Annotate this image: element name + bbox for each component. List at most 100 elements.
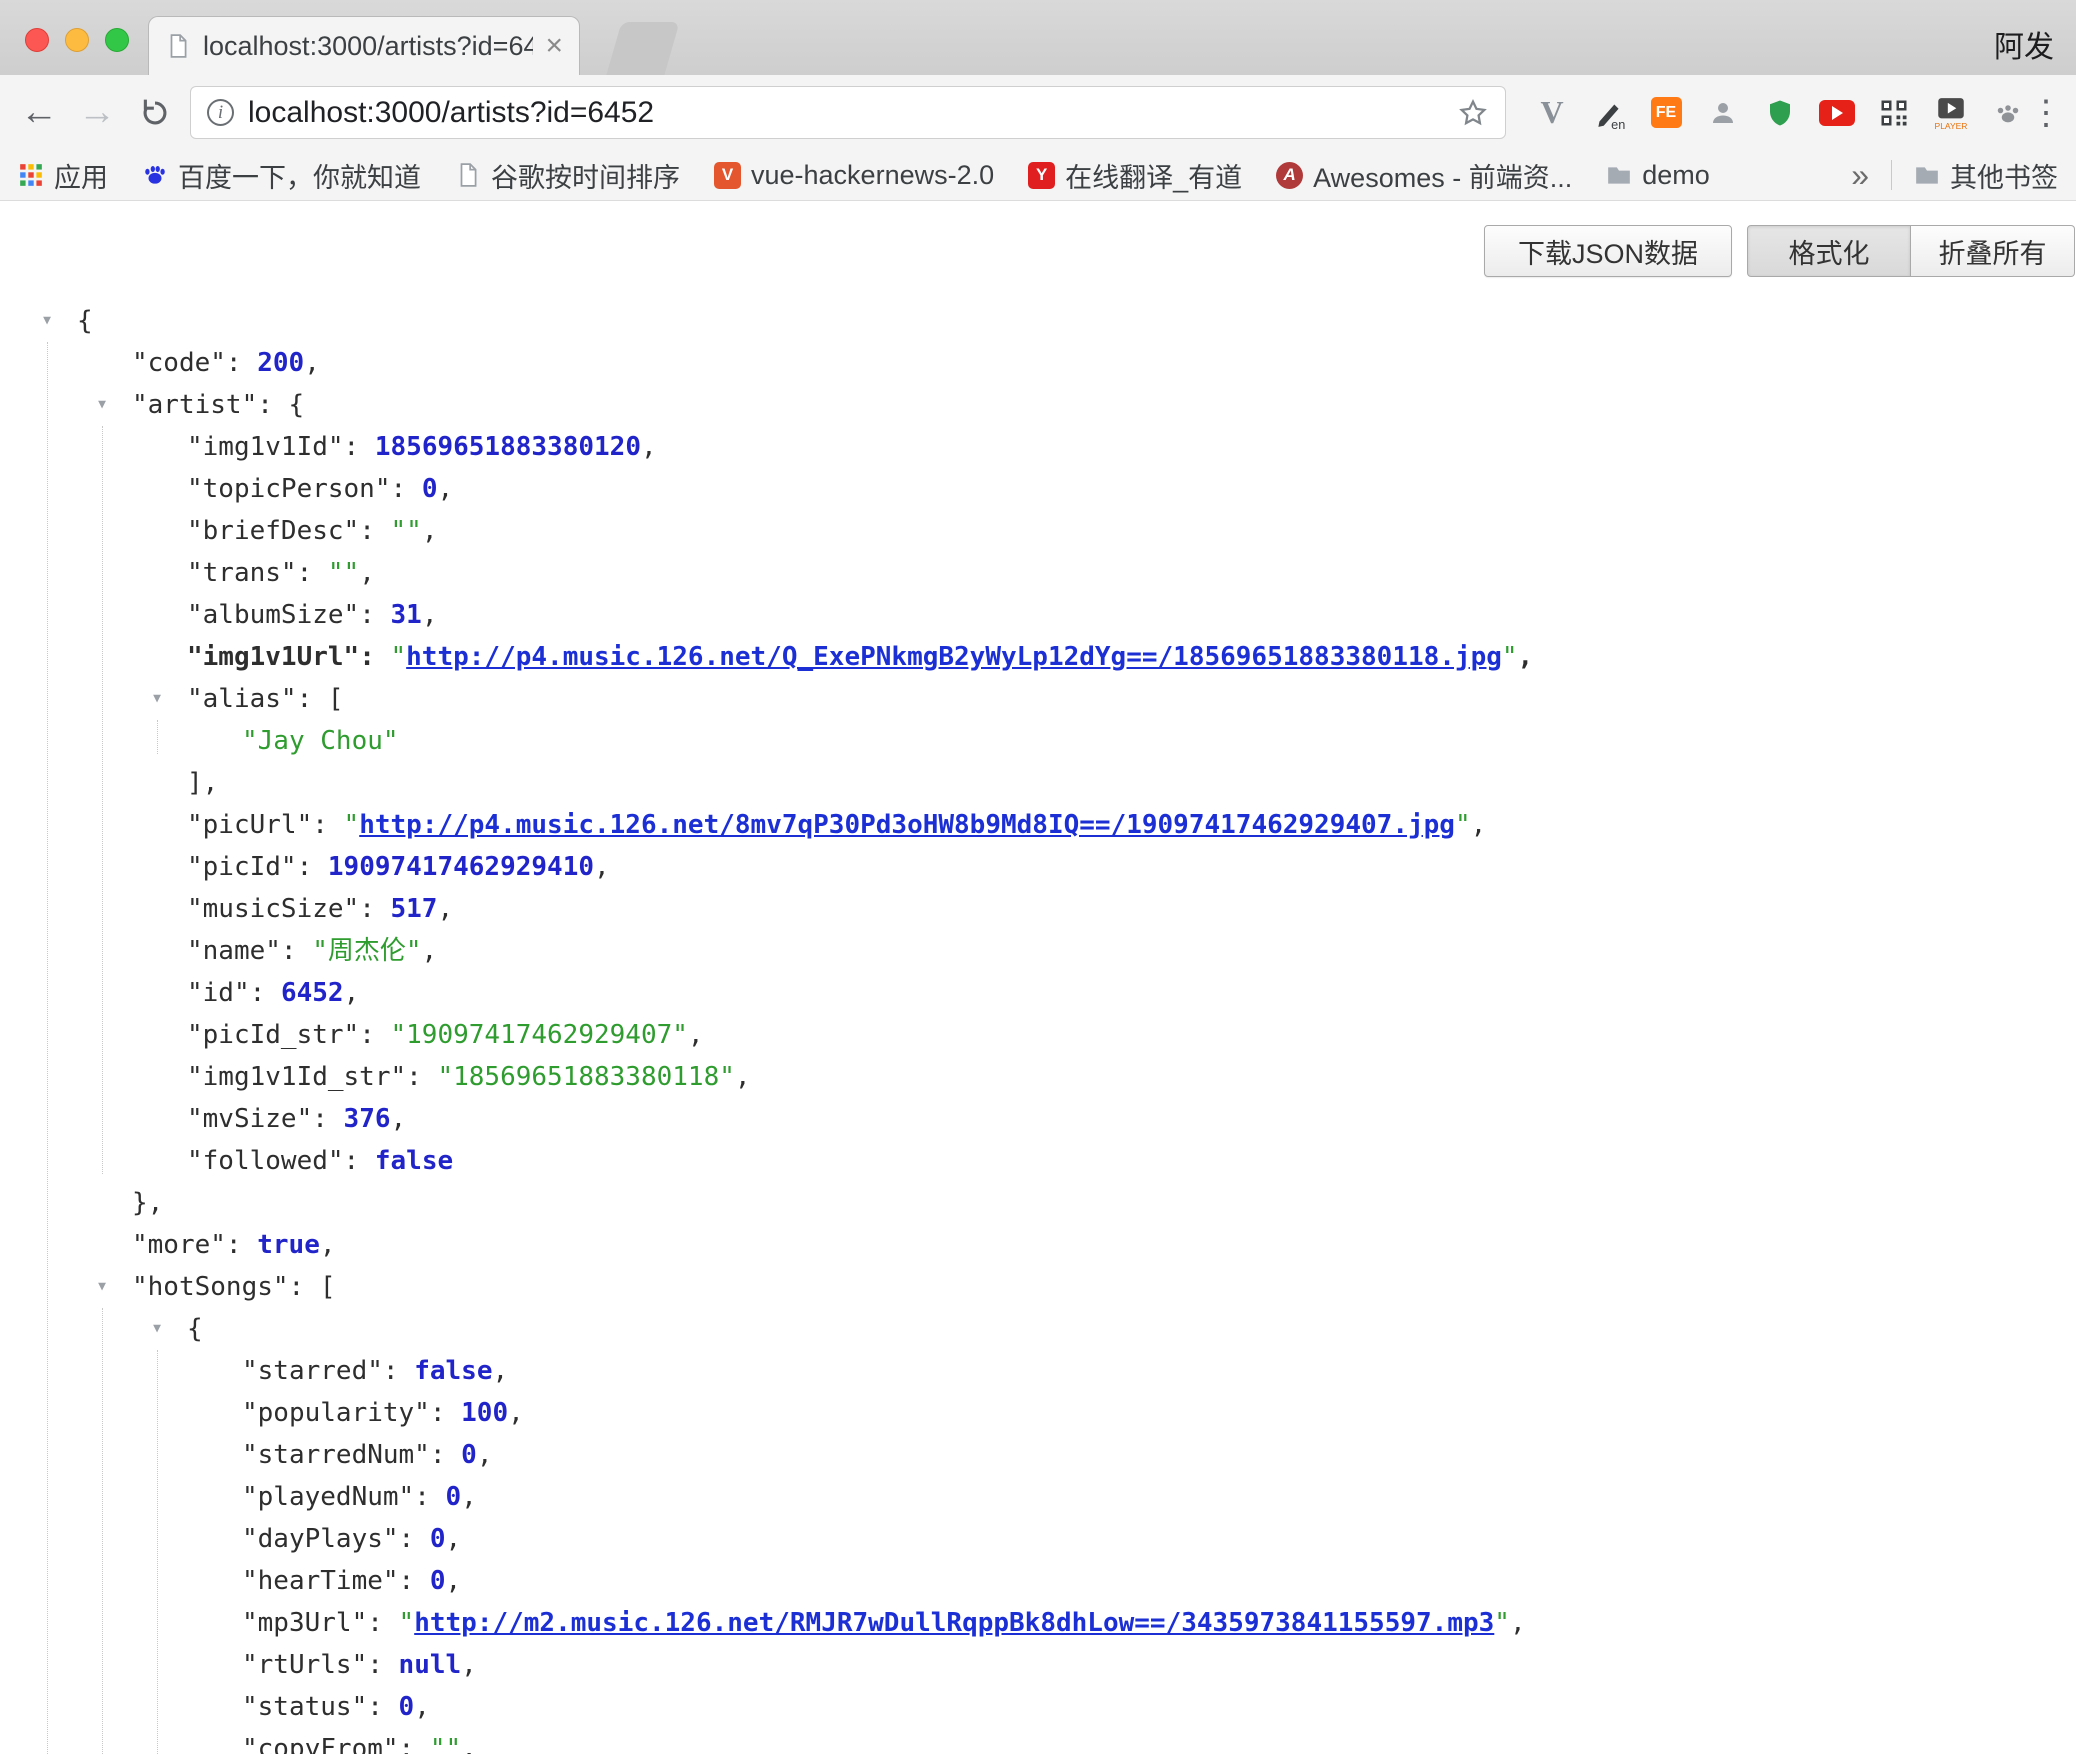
maximize-window-button[interactable] xyxy=(105,28,129,52)
format-button[interactable]: 格式化 xyxy=(1747,225,1911,277)
bookmarks-bar: 应用 百度一下，你就知道 谷歌按时间排序 V vue-hackernews-2.… xyxy=(0,150,2076,201)
view-mode-segment: 格式化 折叠所有 xyxy=(1747,225,2075,277)
json-line: "briefDesc": "", xyxy=(0,510,2076,552)
json-key: "artist" xyxy=(132,390,257,420)
json-string-value: "周杰伦" xyxy=(312,936,421,966)
collapse-caret-icon[interactable]: ▼ xyxy=(147,678,167,720)
bookmark-apps[interactable]: 应用 xyxy=(18,156,108,195)
close-window-button[interactable] xyxy=(25,28,49,52)
site-info-icon[interactable]: i xyxy=(207,99,234,126)
page-content: 下载JSON数据 格式化 折叠所有 ▼{"code": 200,▼"artist… xyxy=(0,201,2076,1754)
json-null-value: null xyxy=(399,1650,462,1680)
json-line: "code": 200, xyxy=(0,342,2076,384)
tree-guide-line xyxy=(157,1350,158,1754)
youtube-icon[interactable] xyxy=(1819,95,1855,131)
json-key: "status" xyxy=(242,1692,367,1722)
bookmark-baidu[interactable]: 百度一下，你就知道 xyxy=(142,156,421,195)
bookmark-google-sort[interactable]: 谷歌按时间排序 xyxy=(455,156,680,195)
json-bool-value: false xyxy=(375,1146,453,1176)
json-line: "rtUrls": null, xyxy=(0,1644,2076,1686)
json-line: "copyFrom": "", xyxy=(0,1728,2076,1754)
collapse-caret-icon[interactable]: ▼ xyxy=(92,384,112,426)
back-button[interactable]: ← xyxy=(16,75,62,150)
profile-name[interactable]: 阿发 xyxy=(1994,22,2054,66)
json-string-value: "" xyxy=(328,558,359,588)
json-line: ▼{ xyxy=(0,300,2076,342)
new-tab-button[interactable] xyxy=(606,22,679,75)
translate-pen-icon[interactable]: en xyxy=(1591,95,1627,131)
bookmark-youdao-translate[interactable]: Y 在线翻译_有道 xyxy=(1028,156,1242,195)
tab-close-icon[interactable]: × xyxy=(545,31,563,61)
json-key: "popularity" xyxy=(242,1398,430,1428)
browser-toolbar: ← → i localhost:3000/artists?id=6452 V e… xyxy=(0,75,2076,150)
tree-guide-line xyxy=(47,342,48,1754)
vue-badge-icon: V xyxy=(714,162,741,189)
json-number-value: 0 xyxy=(446,1482,462,1512)
bookmark-star-icon[interactable] xyxy=(1457,97,1489,129)
json-string-value: "Jay Chou" xyxy=(242,726,399,756)
menu-dots-icon[interactable]: ⋮ xyxy=(2026,75,2066,150)
json-line: "playedNum": 0, xyxy=(0,1476,2076,1518)
download-json-button[interactable]: 下载JSON数据 xyxy=(1484,225,1732,277)
json-line: "mvSize": 376, xyxy=(0,1098,2076,1140)
json-key: "picId" xyxy=(187,852,297,882)
json-url-link[interactable]: http://p4.music.126.net/Q_ExePNkmgB2yWyL… xyxy=(406,642,1502,672)
json-url-link[interactable]: http://m2.music.126.net/RMJR7wDullRqppBk… xyxy=(414,1608,1494,1638)
json-line: "picId_str": "19097417462929407", xyxy=(0,1014,2076,1056)
collapse-caret-icon[interactable]: ▼ xyxy=(37,300,57,342)
json-line: "topicPerson": 0, xyxy=(0,468,2076,510)
minimize-window-button[interactable] xyxy=(65,28,89,52)
qr-code-icon[interactable] xyxy=(1876,95,1912,131)
json-url-link[interactable]: http://p4.music.126.net/8mv7qP30Pd3oHW8b… xyxy=(359,810,1455,840)
json-line: }, xyxy=(0,1182,2076,1224)
shield-icon[interactable] xyxy=(1762,95,1798,131)
json-key: "followed" xyxy=(187,1146,344,1176)
window-controls xyxy=(25,28,129,52)
bookmark-label: 百度一下，你就知道 xyxy=(178,156,421,195)
vimium-icon[interactable]: V xyxy=(1534,95,1570,131)
page-favicon-icon xyxy=(165,33,191,59)
json-key: "musicSize" xyxy=(187,894,359,924)
url-text[interactable]: localhost:3000/artists?id=6452 xyxy=(248,96,1443,130)
apps-grid-icon xyxy=(18,162,44,188)
folder-icon xyxy=(1914,162,1940,188)
paw-icon[interactable] xyxy=(1990,95,2026,131)
json-key: "starred" xyxy=(242,1356,383,1386)
json-line: "status": 0, xyxy=(0,1686,2076,1728)
json-string-value: "" xyxy=(430,1734,461,1754)
json-key: "trans" xyxy=(187,558,297,588)
json-key: "img1v1Id_str" xyxy=(187,1062,406,1092)
tree-guide-line xyxy=(102,1308,103,1754)
json-line: "more": true, xyxy=(0,1224,2076,1266)
json-number-value: 19097417462929410 xyxy=(328,852,594,882)
bookmark-awesomes[interactable]: A Awesomes - 前端资... xyxy=(1276,156,1572,195)
collapse-all-button[interactable]: 折叠所有 xyxy=(1911,225,2075,277)
json-bool-value: false xyxy=(414,1356,492,1386)
bookmark-vue-hackernews[interactable]: V vue-hackernews-2.0 xyxy=(714,160,994,191)
json-line: "albumSize": 31, xyxy=(0,594,2076,636)
json-line: ▼"artist": { xyxy=(0,384,2076,426)
json-line: "id": 6452, xyxy=(0,972,2076,1014)
address-bar[interactable]: i localhost:3000/artists?id=6452 xyxy=(190,86,1506,139)
collapse-caret-icon[interactable]: ▼ xyxy=(147,1308,167,1350)
collapse-caret-icon[interactable]: ▼ xyxy=(92,1266,112,1308)
other-bookmarks-folder[interactable]: 其他书签 xyxy=(1914,156,2058,195)
json-line-highlighted: "img1v1Url": "http://p4.music.126.net/Q_… xyxy=(0,636,2076,678)
extensions-area: V en FE xyxy=(1534,75,2026,150)
json-key: "albumSize" xyxy=(187,600,359,630)
svg-text:en: en xyxy=(1611,116,1625,129)
fe-icon[interactable]: FE xyxy=(1648,95,1684,131)
player-icon[interactable]: PLAYER xyxy=(1933,95,1969,131)
bookmarks-overflow-chevron[interactable]: » xyxy=(1851,157,1869,194)
forward-button: → xyxy=(74,75,120,150)
bookmark-demo-folder[interactable]: demo xyxy=(1606,160,1710,191)
other-bookmarks-label: 其他书签 xyxy=(1950,156,2058,195)
json-key: "dayPlays" xyxy=(242,1524,399,1554)
json-line: "Jay Chou" xyxy=(0,720,2076,762)
reload-button[interactable] xyxy=(132,75,178,150)
profile-person-icon[interactable] xyxy=(1705,95,1741,131)
json-number-value: 0 xyxy=(430,1524,446,1554)
json-key: "img1v1Url" xyxy=(187,642,359,672)
browser-tab[interactable]: localhost:3000/artists?id=645 × xyxy=(148,16,580,75)
json-line: "img1v1Id": 18569651883380120, xyxy=(0,426,2076,468)
